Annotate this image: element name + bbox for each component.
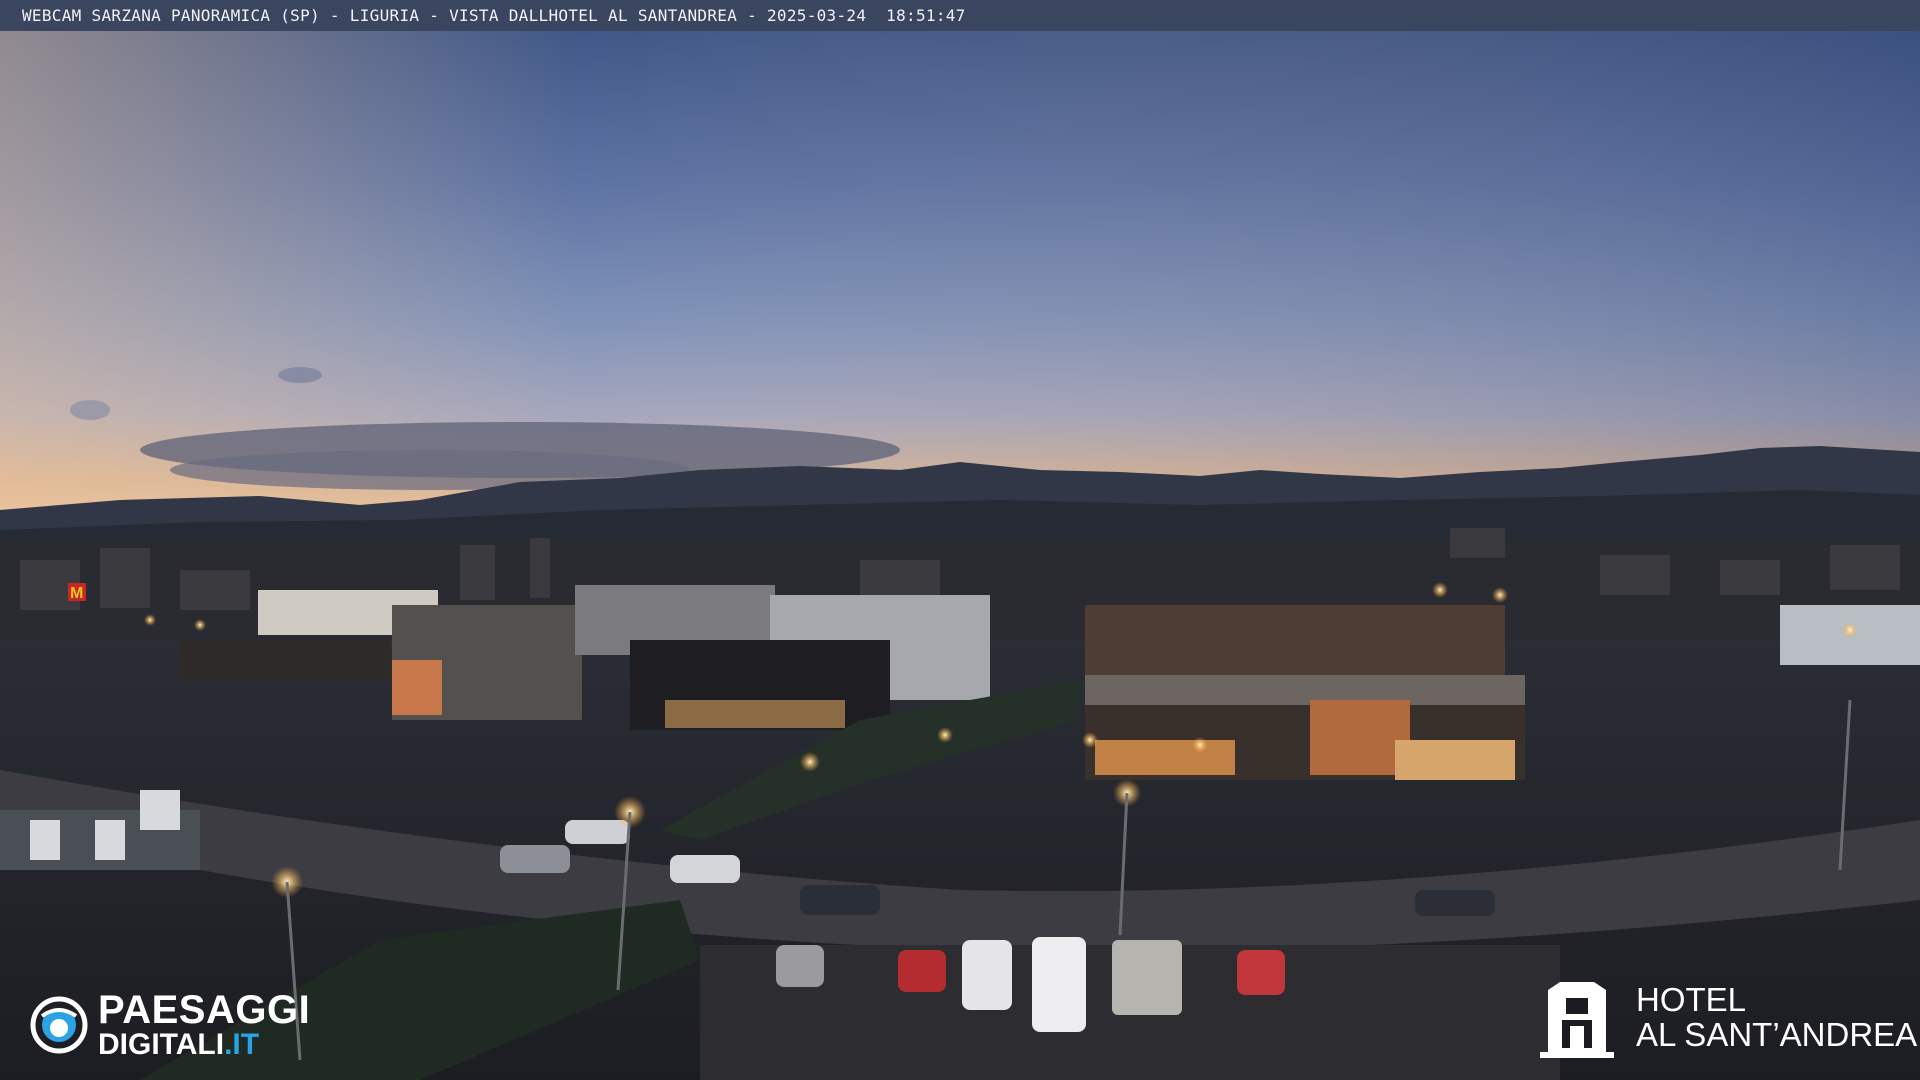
hotel-line-2: AL SANT’ANDREA [1636,1016,1918,1053]
logo-digitali-text: DIGITALI [98,1028,225,1061]
eye-icon [30,996,88,1054]
logo-line-digitali: DIGITALI.IT [98,1030,310,1060]
logo-line-paesaggi: PAESAGGI [98,988,311,1032]
panorama-photo: M [0,0,1920,1080]
svg-text:M: M [70,585,83,602]
webcam-caption: WEBCAM SARZANA PANORAMICA (SP) - LIGURIA… [22,6,966,25]
logo-it-suffix: .IT [224,1028,260,1061]
caption-bar: WEBCAM SARZANA PANORAMICA (SP) - LIGURIA… [0,0,1920,31]
paesaggi-digitali-logo: PAESAGGI DIGITALI.IT [30,990,310,1060]
logo-wordmark: PAESAGGI DIGITALI.IT [98,990,310,1060]
hotel-wordmark: HOTEL AL SANT’ANDREA [1636,983,1917,1052]
hotel-line-1: HOTEL [1636,981,1747,1019]
hotel-emblem-icon [1540,982,1614,1058]
hotel-logo: HOTEL AL SANT’ANDREA [1540,978,1917,1058]
webcam-frame: M WEBCAM SARZANA PANORAMICA (SP) - LIGUR… [0,0,1920,1080]
